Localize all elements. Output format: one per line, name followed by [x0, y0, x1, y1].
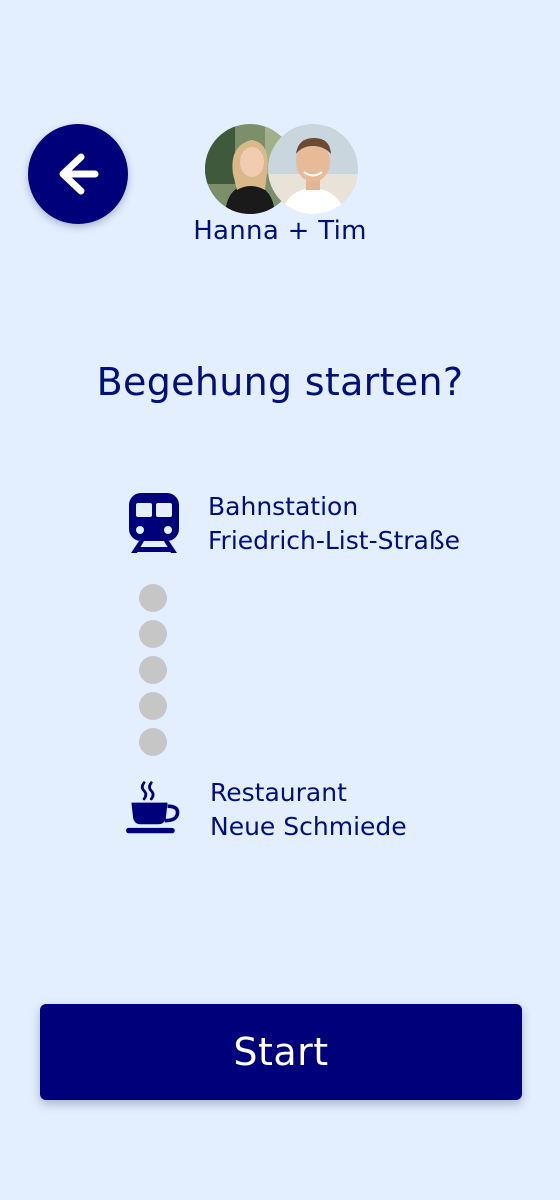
back-button[interactable] — [28, 124, 128, 224]
route-dot — [139, 692, 167, 720]
arrow-left-icon — [59, 153, 99, 195]
route-end: Restaurant Neue Schmiede — [0, 776, 560, 856]
route-dot — [139, 620, 167, 648]
route-end-line1: Restaurant — [210, 778, 347, 807]
coffee-cup-icon — [126, 776, 182, 840]
train-icon — [126, 492, 182, 556]
route-start-line2: Friedrich-List-Straße — [208, 526, 460, 555]
route-start-label: Bahnstation Friedrich-List-Straße — [208, 490, 460, 558]
route-start-line1: Bahnstation — [208, 492, 359, 521]
start-button[interactable]: Start — [40, 1004, 522, 1100]
route-intermediate-dots — [139, 584, 169, 764]
participants-group: Hanna + Tim — [180, 124, 380, 254]
page-title: Begehung starten? — [96, 360, 464, 404]
route-start: Bahnstation Friedrich-List-Straße — [0, 490, 560, 570]
route-dot — [139, 656, 167, 684]
avatar-tim — [268, 124, 358, 214]
route-dot — [139, 728, 167, 756]
route-end-line2: Neue Schmiede — [210, 812, 407, 841]
participants-label: Hanna + Tim — [193, 216, 367, 246]
route-dot — [139, 584, 167, 612]
route-end-label: Restaurant Neue Schmiede — [210, 776, 407, 844]
